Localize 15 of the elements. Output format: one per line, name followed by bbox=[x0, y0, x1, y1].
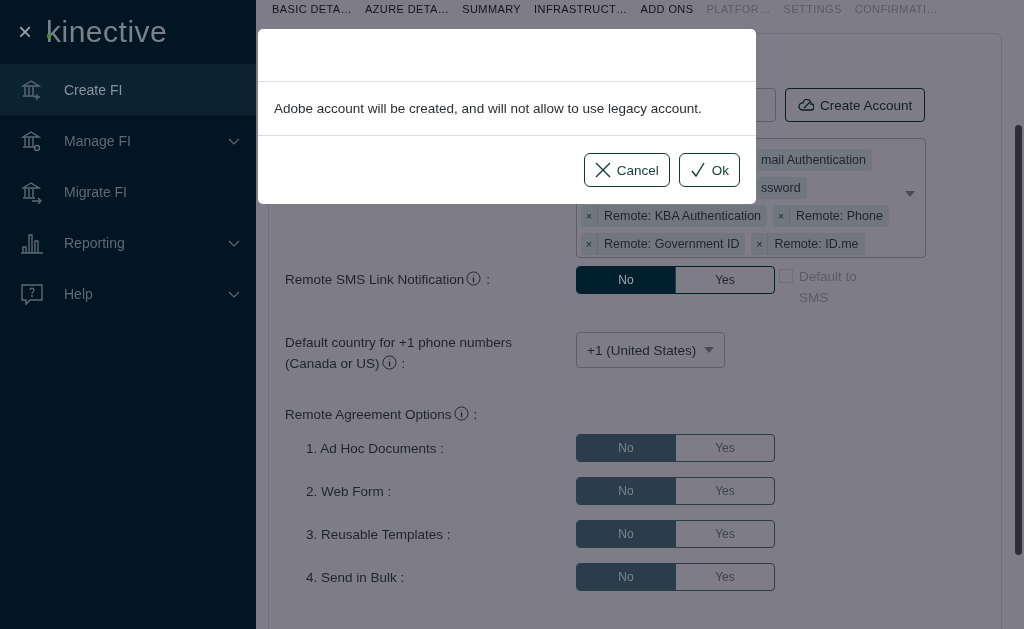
tag-chip: mail Authentication bbox=[757, 149, 872, 171]
field-label: 2. Web Form : bbox=[305, 482, 393, 501]
section-label: Remote Agreement Options : bbox=[285, 405, 479, 424]
tag-chip: × Remote: Phone bbox=[773, 205, 889, 227]
field-label: 3. Reusable Templates : bbox=[305, 525, 452, 544]
dialog-message: Adobe account will be created, and will not allow to use legacy account. bbox=[258, 82, 756, 136]
field-label: Remote SMS Link Notification : bbox=[285, 270, 492, 289]
tag-chip: ssword bbox=[757, 177, 807, 199]
logo: kinective bbox=[46, 15, 168, 49]
tag-chip: × Remote: Government ID bbox=[581, 233, 746, 255]
tag-chip: × Remote: ID.me bbox=[751, 233, 865, 255]
tag-chip: × Remote: KBA Authentication bbox=[581, 205, 768, 227]
field-label: 4. Send in Bulk : bbox=[305, 568, 406, 587]
field-label: Default country for +1 phone numbers (Canada or US) : bbox=[285, 334, 513, 373]
field-label: 1. Ad Hoc Documents : bbox=[305, 439, 446, 458]
